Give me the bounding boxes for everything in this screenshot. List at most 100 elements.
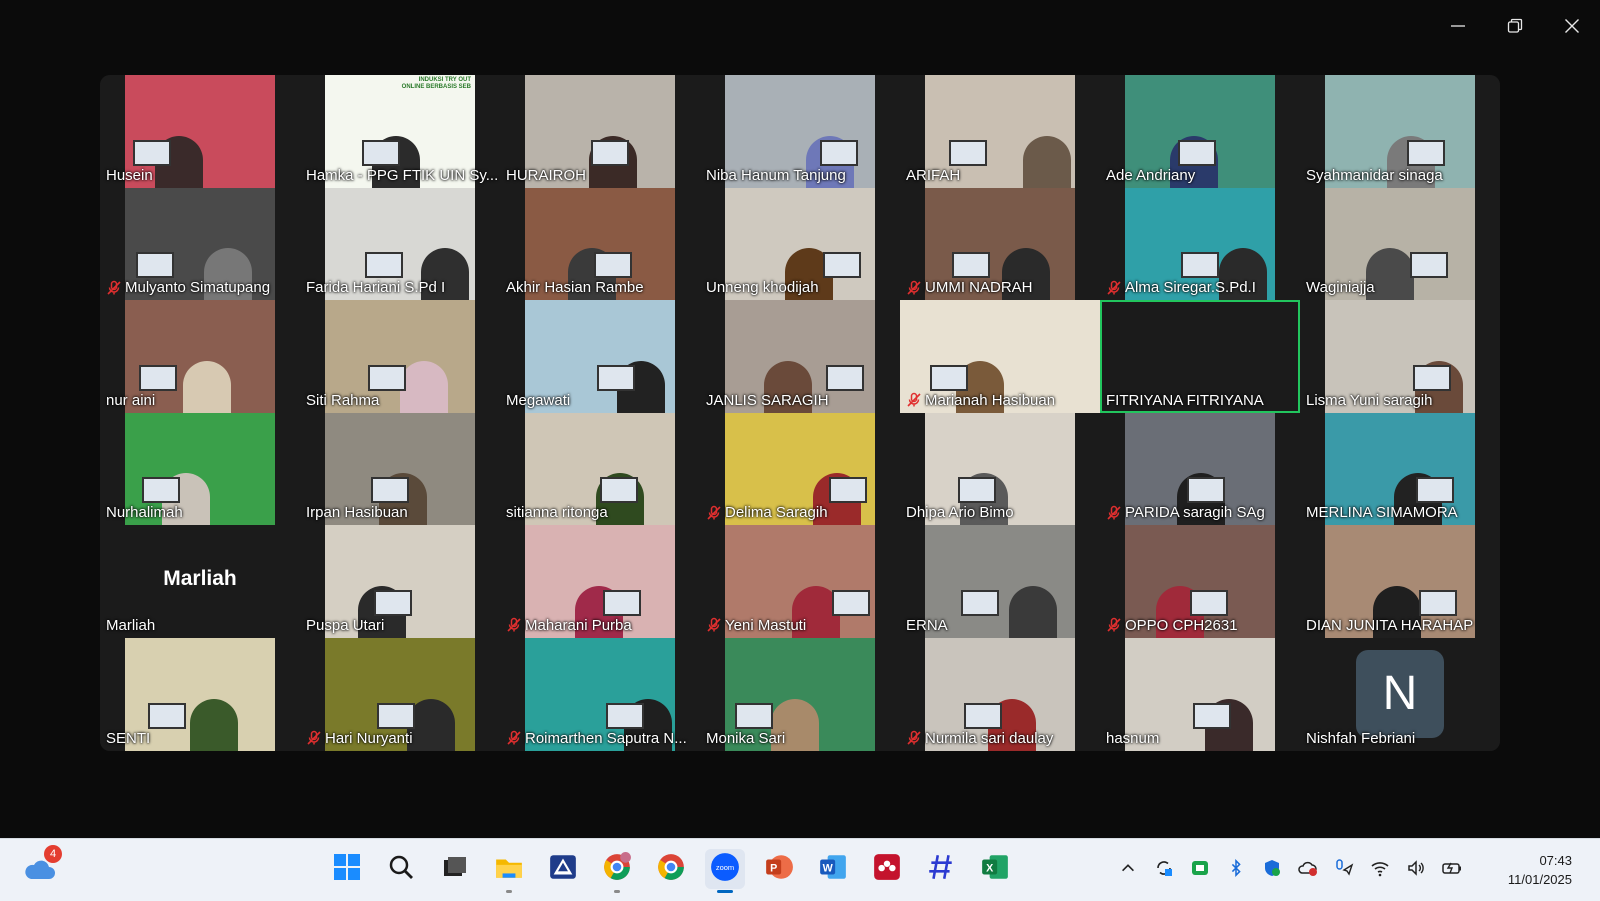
participant-tile[interactable]: Nurmila sari daulay <box>900 637 1100 751</box>
participant-name: Syahmanidar sinaga <box>1306 166 1443 184</box>
clock[interactable]: 07:43 11/01/2025 <box>1508 851 1572 889</box>
participant-tile[interactable]: Syahmanidar sinaga <box>1300 75 1500 188</box>
battery-icon[interactable] <box>1441 857 1463 879</box>
participant-tile[interactable]: Hari Nuryanti <box>300 637 500 751</box>
participant-tile[interactable]: INDUKSI TRY OUT ONLINE BERBASIS SEB Hamka… <box>300 75 500 188</box>
mic-location-icon[interactable] <box>1333 857 1355 879</box>
participant-tile[interactable]: Megawati <box>500 300 700 413</box>
participant-tile[interactable]: PARIDA saragih SAg <box>1100 412 1300 526</box>
participant-tile[interactable]: Alma Siregar.S.Pd.I <box>1100 187 1300 301</box>
taskbar-apps: zoom P W X <box>327 849 1015 893</box>
participant-tile[interactable]: JANLIS SARAGIH <box>700 300 900 413</box>
laptop-shape <box>597 364 635 391</box>
participant-tile[interactable]: Mulyanto Simatupang <box>100 187 300 301</box>
participant-tile[interactable]: OPPO CPH2631 <box>1100 525 1300 638</box>
participant-tile[interactable]: Farida Hariani S.Pd I <box>300 187 500 301</box>
participant-tile[interactable]: N Nishfah Febriani <box>1300 637 1500 751</box>
green-app-icon[interactable] <box>1189 857 1211 879</box>
participant-tile[interactable]: MERLINA SIMAMORA <box>1300 412 1500 526</box>
participant-name-label: Hari Nuryanti <box>306 730 413 747</box>
participant-tile[interactable]: DIAN JUNITA HARAHAP <box>1300 525 1500 638</box>
start-taskbar-button[interactable] <box>327 849 367 889</box>
participant-tile[interactable]: Akhir Hasian Rambe <box>500 187 700 301</box>
participant-tile[interactable]: Dhipa Ario Bimo <box>900 412 1100 526</box>
participant-tile[interactable]: Ade Andriany <box>1100 75 1300 188</box>
laptop-shape <box>735 702 773 729</box>
minimize-button[interactable] <box>1429 0 1486 52</box>
participant-tile[interactable]: Yeni Mastuti <box>700 525 900 638</box>
participant-tile[interactable]: FITRIYANA FITRIYANA <box>1100 300 1300 413</box>
participant-name-label: ARIFAH <box>906 167 960 184</box>
zoom-icon: zoom <box>710 852 740 887</box>
participant-tile[interactable]: Puspa Utari <box>300 525 500 638</box>
chrome-taskbar-button[interactable] <box>651 849 691 889</box>
avatar: N <box>1356 649 1444 738</box>
participant-name-label: Nurhalimah <box>106 504 183 521</box>
participant-tile[interactable]: Husein <box>100 75 300 188</box>
participant-tile[interactable]: Delima Saragih <box>700 412 900 526</box>
participant-name-label: Hamka - PPG FTIK UIN Sy... <box>306 167 498 184</box>
word-icon: W <box>818 852 848 887</box>
participant-name-label: nur aini <box>106 392 155 409</box>
participant-tile[interactable]: Unneng khodijah <box>700 187 900 301</box>
window-controls <box>1429 0 1600 52</box>
participant-tile[interactable]: Maharani Purba <box>500 525 700 638</box>
photos-app-taskbar-button[interactable] <box>543 849 583 889</box>
participant-tile[interactable]: hasnum <box>1100 637 1300 751</box>
mendeley-taskbar-button[interactable] <box>867 849 907 889</box>
restore-button[interactable] <box>1486 0 1543 52</box>
participant-tile[interactable]: Siti Rahma <box>300 300 500 413</box>
participant-tile[interactable]: Lisma Yuni saragih <box>1300 300 1500 413</box>
laptop-shape <box>365 252 403 279</box>
participant-name-label: DIAN JUNITA HARAHAP <box>1306 617 1473 634</box>
bluetooth-icon[interactable] <box>1225 857 1247 879</box>
word-taskbar-button[interactable]: W <box>813 849 853 889</box>
participant-tile[interactable]: HURAIROH <box>500 75 700 188</box>
participant-tile[interactable]: Marianah Hasibuan <box>900 300 1100 413</box>
participant-name: PARIDA saragih SAg <box>1125 504 1265 522</box>
participant-tile[interactable]: nur aini <box>100 300 300 413</box>
sync-icon[interactable] <box>1153 857 1175 879</box>
mic-muted-icon <box>506 617 522 633</box>
participant-tile[interactable]: Niba Hanum Tanjung <box>700 75 900 188</box>
participant-tile[interactable]: SENTI <box>100 637 300 751</box>
participant-tile[interactable]: UMMI NADRAH <box>900 187 1100 301</box>
volume-icon[interactable] <box>1405 857 1427 879</box>
close-button[interactable] <box>1543 0 1600 52</box>
svg-text:X: X <box>986 862 994 874</box>
onedrive-error-icon[interactable] <box>1297 857 1319 879</box>
participant-tile[interactable]: sitianna ritonga <box>500 412 700 526</box>
chevron-up-icon[interactable] <box>1117 857 1139 879</box>
zoom-taskbar-button[interactable]: zoom <box>705 849 745 893</box>
weather-widget[interactable]: 4 <box>22 845 62 887</box>
chrome-profile-taskbar-button[interactable] <box>597 849 637 893</box>
participant-name-label: sitianna ritonga <box>506 504 608 521</box>
participant-name-label: hasnum <box>1106 730 1159 747</box>
participant-tile[interactable]: Monika Sari <box>700 637 900 751</box>
participant-tile[interactable]: ERNA <box>900 525 1100 638</box>
defender-icon[interactable] <box>1261 857 1283 879</box>
participant-name-label: UMMI NADRAH <box>906 279 1033 296</box>
participant-tile[interactable]: Roimarthen Saputra N... <box>500 637 700 751</box>
laptop-shape <box>606 702 644 729</box>
wifi-icon[interactable] <box>1369 857 1391 879</box>
participant-tile[interactable]: ARIFAH <box>900 75 1100 188</box>
search-taskbar-button[interactable] <box>381 849 421 889</box>
file-explorer-taskbar-button[interactable] <box>489 849 529 893</box>
laptop-shape <box>958 477 996 504</box>
excel-taskbar-button[interactable]: X <box>975 849 1015 889</box>
restore-icon <box>1507 18 1522 33</box>
participant-name-label: Unneng khodijah <box>706 279 819 296</box>
powerpoint-taskbar-button[interactable]: P <box>759 849 799 889</box>
mic-muted-icon <box>906 730 922 746</box>
participant-tile[interactable]: Waginiajja <box>1300 187 1500 301</box>
laptop-shape <box>823 252 861 279</box>
participant-name-label: Husein <box>106 167 153 184</box>
participant-name-label: Akhir Hasian Rambe <box>506 279 644 296</box>
laptop-shape <box>1419 589 1457 616</box>
participant-tile[interactable]: Nurhalimah <box>100 412 300 526</box>
task-view-taskbar-button[interactable] <box>435 849 475 889</box>
slash-app-taskbar-button[interactable] <box>921 849 961 889</box>
participant-tile[interactable]: Irpan Hasibuan <box>300 412 500 526</box>
participant-tile[interactable]: Marliah Marliah <box>100 525 300 638</box>
